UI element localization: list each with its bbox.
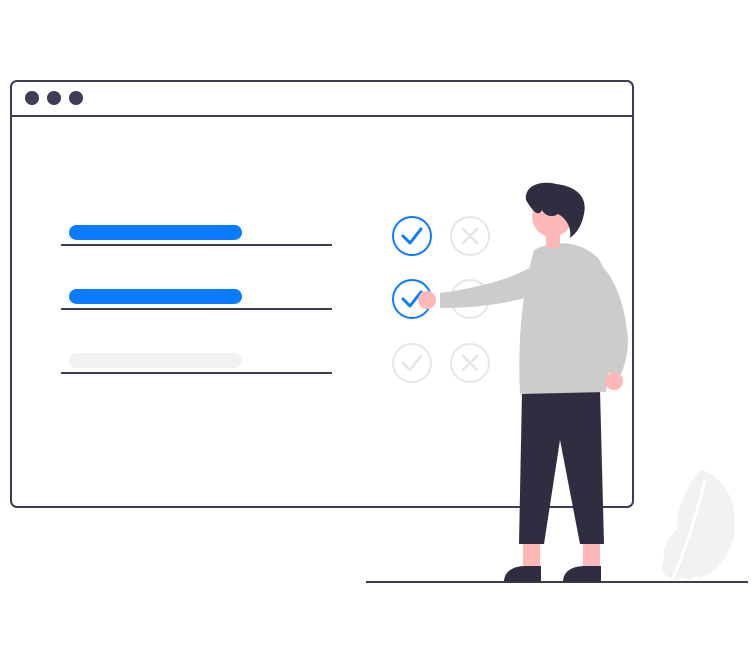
filled-bar (69, 289, 242, 304)
shoe (563, 566, 601, 582)
cross-button[interactable] (450, 216, 490, 256)
hand (418, 291, 436, 309)
empty-bar (69, 353, 242, 368)
window-dot-icon[interactable] (69, 91, 83, 105)
check-button[interactable] (392, 343, 432, 383)
shoe (504, 566, 541, 582)
window-dot-icon[interactable] (47, 91, 61, 105)
filled-bar (69, 225, 242, 240)
window-dot-icon[interactable] (25, 91, 39, 105)
hand (605, 372, 623, 390)
ankle (523, 544, 540, 568)
cross-button[interactable] (450, 343, 490, 383)
illustration (10, 80, 748, 583)
check-button[interactable] (392, 216, 432, 256)
leaf-icon (662, 470, 735, 581)
ankle (583, 544, 600, 568)
